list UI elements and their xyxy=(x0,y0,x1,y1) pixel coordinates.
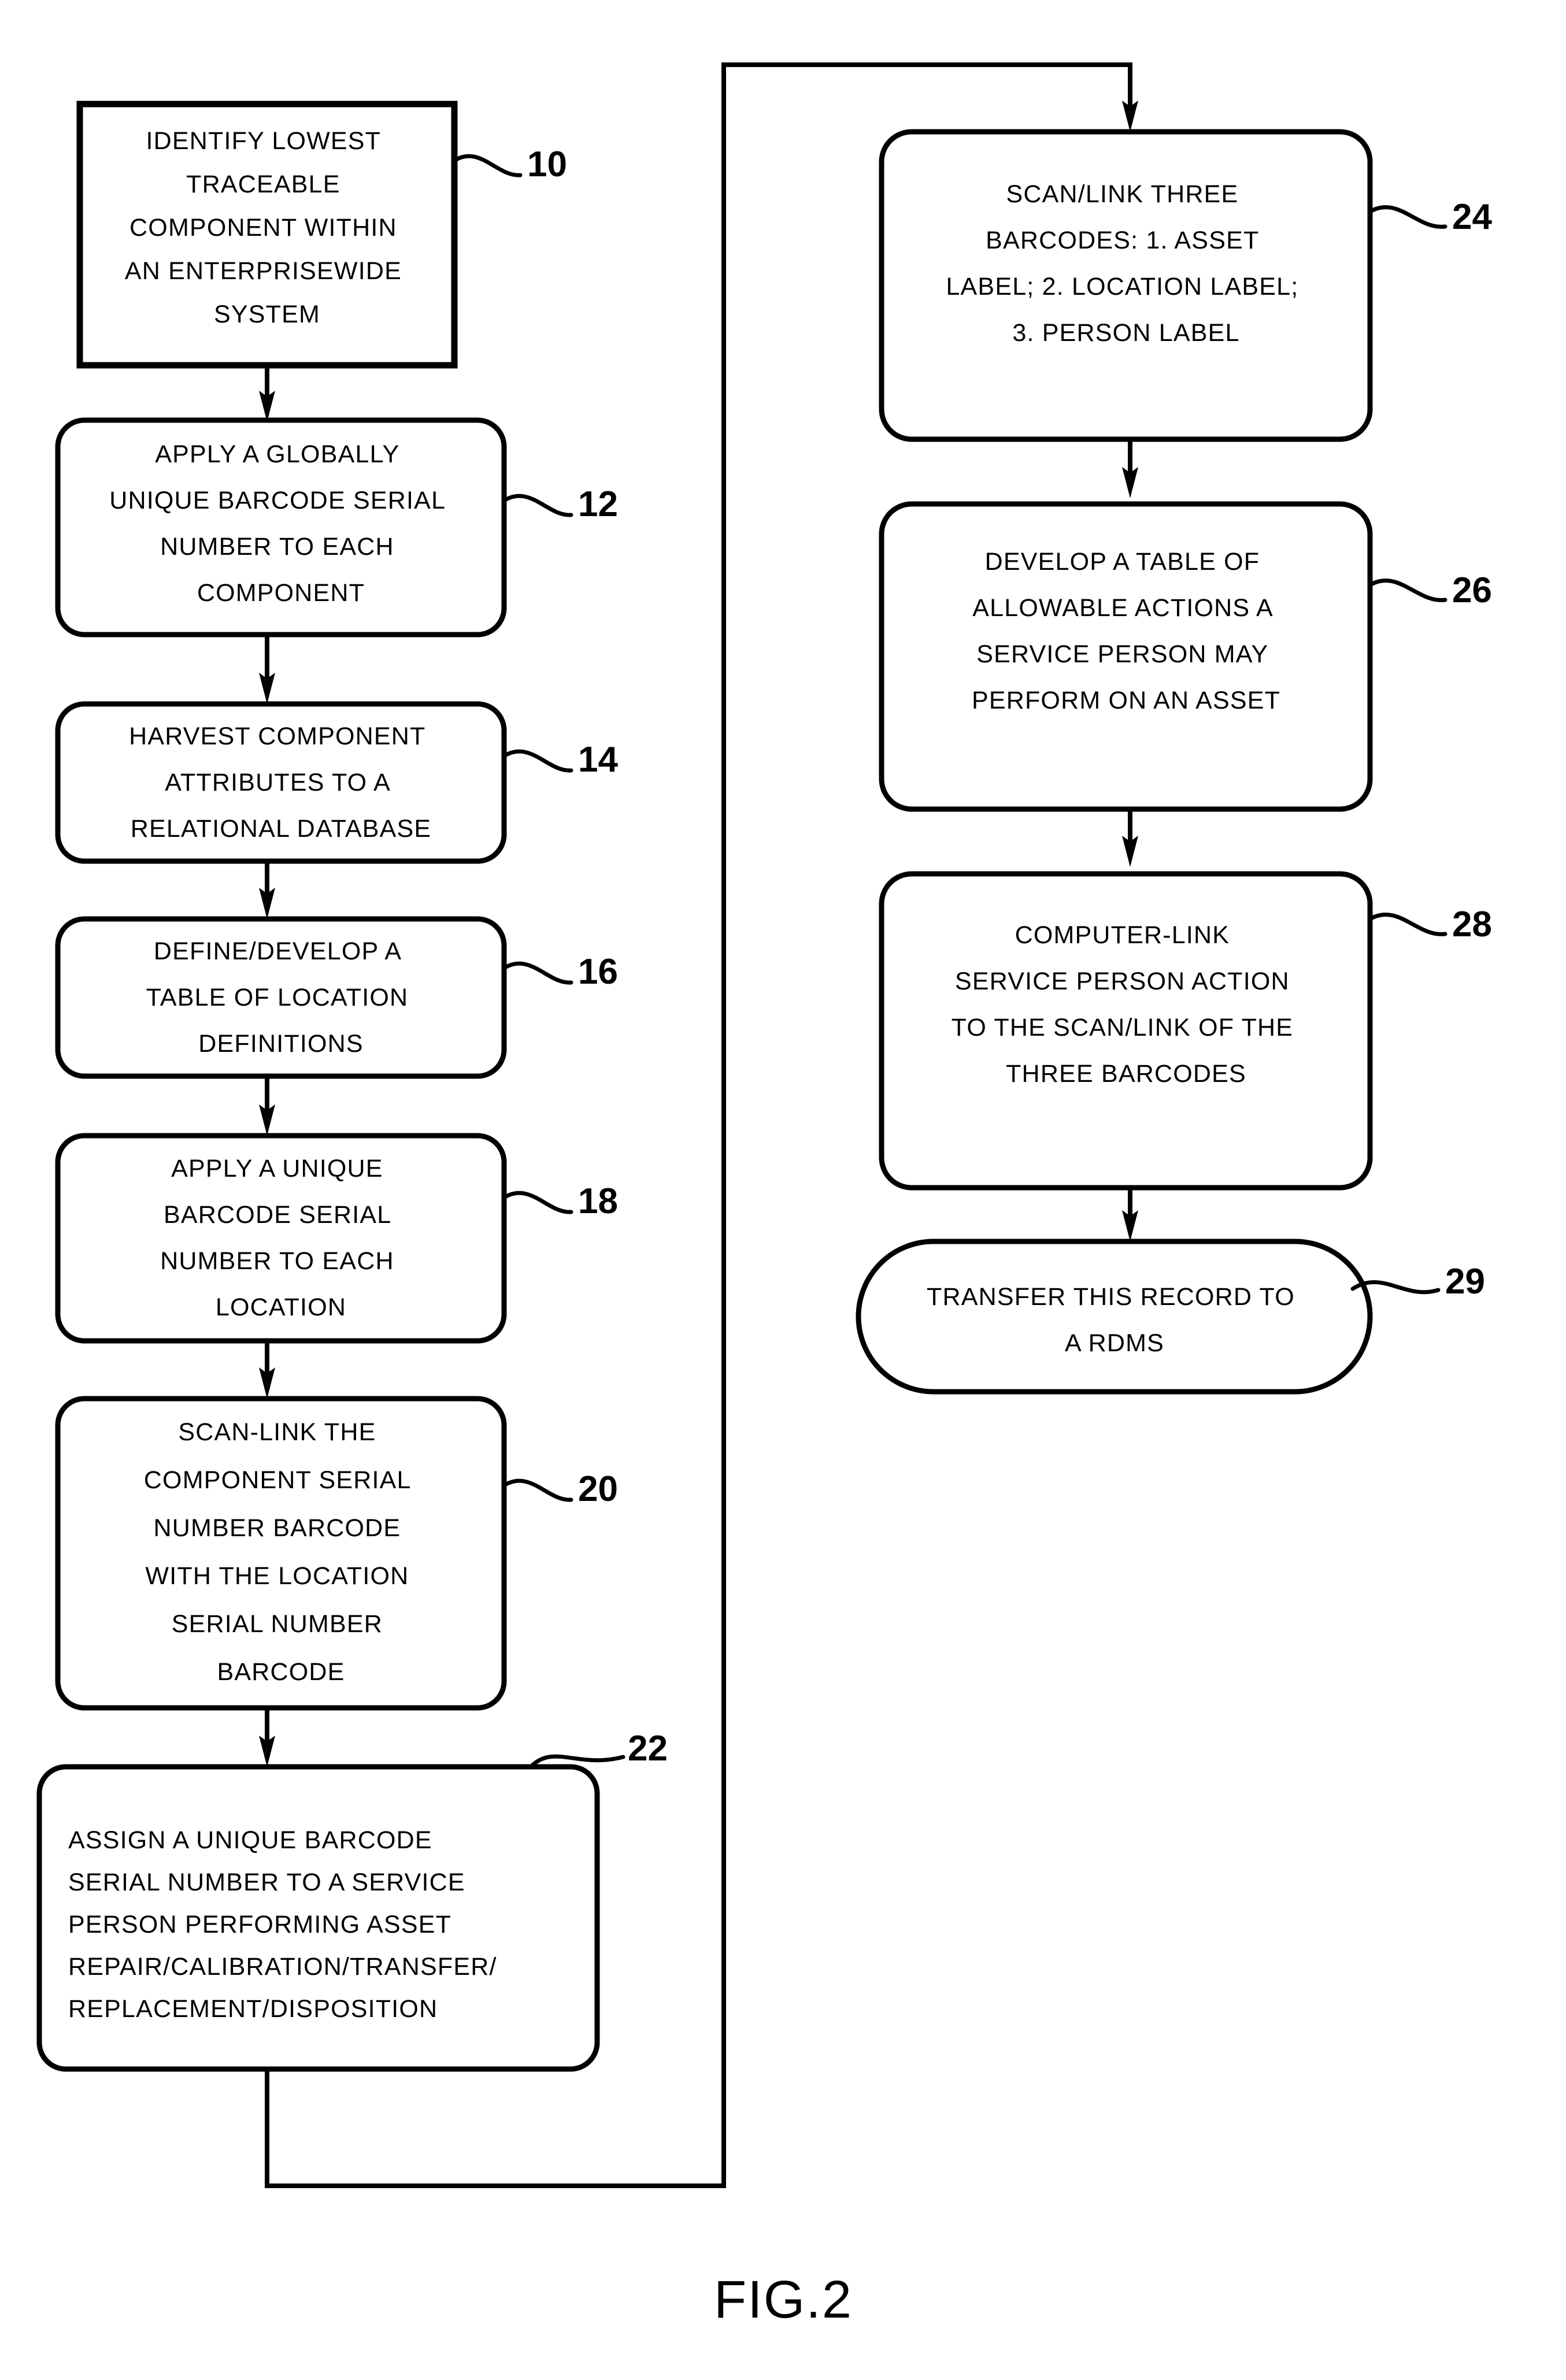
edge-24-to-26 xyxy=(1122,439,1138,498)
node-18[interactable]: APPLY A UNIQUE BARCODE SERIAL NUMBER TO … xyxy=(55,1133,507,1344)
ref-number-10: 10 xyxy=(527,144,567,184)
edge-28-to-29 xyxy=(1122,1188,1138,1241)
ref-number-29: 29 xyxy=(1445,1262,1485,1302)
node-28[interactable]: COMPUTER-LINK SERVICE PERSON ACTION TO T… xyxy=(879,871,1373,1191)
figure-caption: FIG.2 xyxy=(714,2270,853,2329)
ref-leader-20: 20 xyxy=(502,1469,618,1509)
node-14[interactable]: HARVEST COMPONENT ATTRIBUTES TO A RELATI… xyxy=(55,701,507,864)
node-22[interactable]: ASSIGN A UNIQUE BARCODE SERIAL NUMBER TO… xyxy=(36,1764,600,2072)
ref-leader-28: 28 xyxy=(1368,904,1492,944)
ref-number-26: 26 xyxy=(1452,570,1492,610)
ref-leader-22: 22 xyxy=(530,1729,668,1769)
ref-number-12: 12 xyxy=(578,484,618,524)
ref-number-18: 18 xyxy=(578,1181,618,1221)
edge-18-to-20 xyxy=(259,1341,275,1399)
node-20[interactable]: SCAN-LINK THE COMPONENT SERIAL NUMBER BA… xyxy=(55,1396,507,1711)
node-26[interactable]: DEVELOP A TABLE OF ALLOWABLE ACTIONS A S… xyxy=(879,501,1373,812)
node-12[interactable]: APPLY A GLOBALLY UNIQUE BARCODE SERIAL N… xyxy=(55,417,507,637)
ref-leader-18: 18 xyxy=(502,1181,618,1221)
edge-16-to-18 xyxy=(259,1076,275,1136)
ref-leader-29: 29 xyxy=(1350,1262,1485,1302)
edge-12-to-14 xyxy=(259,635,275,704)
node-10[interactable]: IDENTIFY LOWEST TRACEABLE COMPONENT WITH… xyxy=(76,101,458,369)
ref-number-20: 20 xyxy=(578,1469,618,1509)
edge-20-to-22 xyxy=(259,1708,275,1767)
edge-10-to-12 xyxy=(259,365,275,422)
edge-26-to-28 xyxy=(1122,809,1138,867)
node-29[interactable]: TRANSFER THIS RECORD TO A RDMS xyxy=(856,1239,1373,1395)
ref-number-16: 16 xyxy=(578,952,618,992)
ref-leader-24: 24 xyxy=(1368,197,1492,237)
ref-leader-26: 26 xyxy=(1368,570,1492,610)
node-16[interactable]: DEFINE/DEVELOP A TABLE OF LOCATION DEFIN… xyxy=(55,916,507,1079)
ref-leader-14: 14 xyxy=(502,740,618,780)
node-14-label: HARVEST COMPONENT ATTRIBUTES TO A RELATI… xyxy=(129,722,433,843)
ref-number-24: 24 xyxy=(1452,197,1492,237)
node-24[interactable]: SCAN/LINK THREE BARCODES: 1. ASSET LABEL… xyxy=(879,129,1373,442)
flowchart-diagram: IDENTIFY LOWEST TRACEABLE COMPONENT WITH… xyxy=(36,62,1492,2329)
ref-number-28: 28 xyxy=(1452,904,1492,944)
node-29-shape xyxy=(856,1239,1373,1395)
edge-14-to-16 xyxy=(259,861,275,919)
patent-figure-page: IDENTIFY LOWEST TRACEABLE COMPONENT WITH… xyxy=(0,0,1566,2380)
ref-number-22: 22 xyxy=(628,1729,668,1769)
ref-number-14: 14 xyxy=(578,740,618,780)
ref-leader-16: 16 xyxy=(502,952,618,992)
ref-leader-10: 10 xyxy=(452,144,567,184)
ref-leader-12: 12 xyxy=(502,484,618,524)
